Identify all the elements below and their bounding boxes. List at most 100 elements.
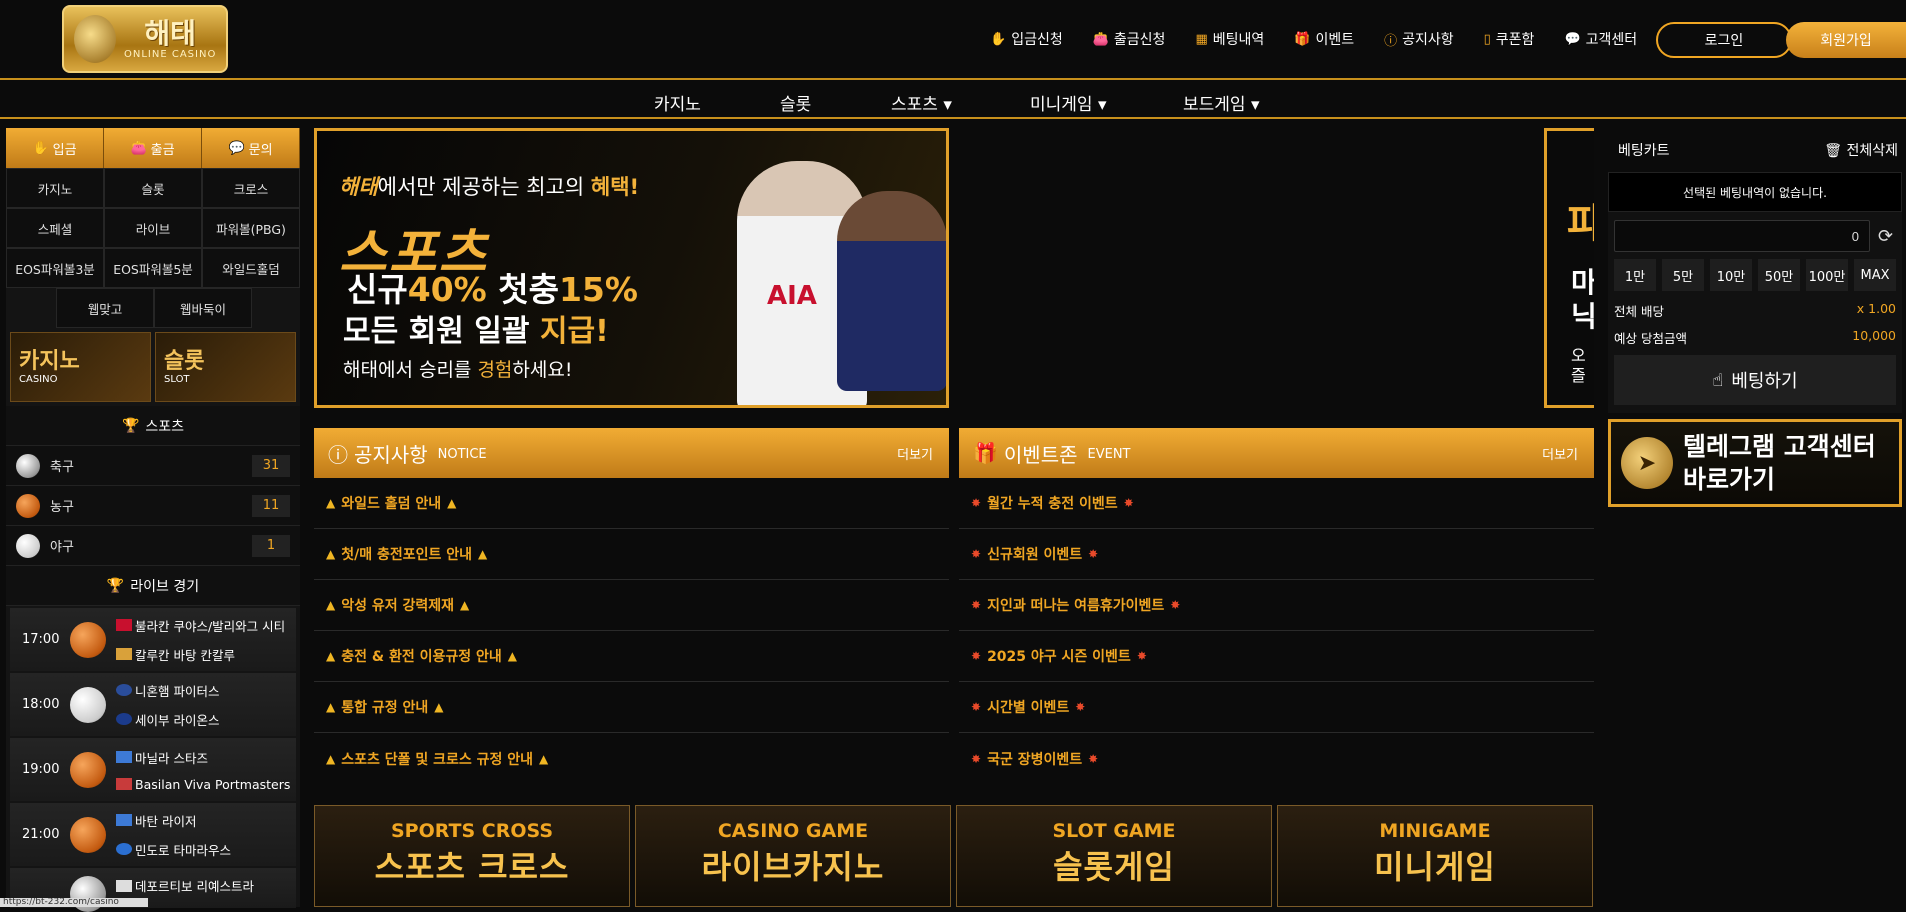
game-menu-item[interactable]: 크로스 — [202, 168, 300, 208]
warning-icon: ▲ — [539, 751, 549, 766]
quick-inquiry-button[interactable]: 💬 문의 — [202, 128, 300, 168]
brand-text: 해태 — [339, 175, 378, 199]
away-team: 칼루칸 바탕 칸칼루 — [135, 647, 235, 663]
event-more-link[interactable]: 더보기 — [1542, 444, 1578, 463]
notice-item[interactable]: ▲ 와일드 홀덤 안내 ▲ — [314, 478, 949, 529]
coupon-icon: ▯ — [1483, 31, 1491, 47]
login-button[interactable]: 로그인 — [1656, 22, 1792, 58]
mainnav-slot[interactable]: 슬롯 — [780, 90, 811, 115]
notice-item[interactable]: ▲ 첫/매 충전포인트 안내 ▲ — [314, 529, 949, 580]
basketball-icon — [70, 751, 106, 788]
event-item[interactable]: ✸ 시간별 이벤트 ✸ — [959, 682, 1594, 733]
event-item[interactable]: ✸ 월간 누적 충전 이벤트 ✸ — [959, 478, 1594, 529]
slot-game-card[interactable]: SLOT GAME 슬롯게임 — [956, 805, 1272, 907]
site-logo[interactable]: 해태 ONLINE CASINO — [62, 5, 228, 73]
board-subtitle: NOTICE — [437, 447, 487, 462]
sports-cross-card[interactable]: SPORTS CROSS 스포츠 크로스 — [314, 805, 630, 907]
notice-title: 첫/매 충전포인트 안내 — [341, 547, 473, 563]
live-match-row[interactable]: 18:00 니혼햄 파이터스 세이부 라이온스 — [10, 673, 296, 736]
notice-item[interactable]: ▲ 통합 규정 안내 ▲ — [314, 682, 949, 733]
warning-icon: ▲ — [507, 649, 517, 663]
notice-item[interactable]: ▲ 충전 & 환전 이용규정 안내 ▲ — [314, 631, 949, 682]
board-title: 이벤트존 — [1003, 442, 1078, 467]
topnav-history[interactable]: ▦ 베팅내역 — [1195, 29, 1264, 49]
spark-icon: ✸ — [971, 496, 982, 510]
game-menu-item[interactable]: 와일드홀덤 — [202, 248, 300, 288]
game-menu-item[interactable]: 슬롯 — [104, 168, 202, 208]
casino-game-card[interactable]: CASINO GAME 라이브카지노 — [635, 805, 951, 907]
topnav-support[interactable]: 💬 고객센터 — [1564, 29, 1637, 49]
game-menu-item[interactable]: 카지노 — [6, 168, 104, 208]
event-title: 지인과 떠나는 여름휴가이벤트 — [987, 598, 1165, 614]
chip-button[interactable]: 1만 — [1614, 259, 1656, 291]
sport-name: 야구 — [50, 540, 74, 555]
place-bet-button[interactable]: ☝ 베팅하기 — [1614, 355, 1896, 405]
chip-button[interactable]: 10만 — [1710, 259, 1752, 291]
topnav-deposit[interactable]: ✋ 입금신청 — [990, 29, 1063, 49]
sport-row-soccer[interactable]: 축구 31 — [6, 446, 300, 486]
mainnav-sports[interactable]: 스포츠 ▾ — [891, 90, 952, 115]
topnav-withdraw[interactable]: 👛 출금신청 — [1093, 29, 1166, 49]
join-button[interactable]: 회원가입 — [1786, 22, 1906, 58]
game-menu-item[interactable]: 웹맞고 — [56, 288, 154, 328]
spark-icon: ✸ — [1088, 751, 1099, 766]
sport-row-basketball[interactable]: 농구 11 — [6, 486, 300, 526]
notice-more-link[interactable]: 더보기 — [897, 444, 933, 463]
clear-all-button[interactable]: 🗑 전체삭제 — [1824, 140, 1898, 160]
mainnav-casino[interactable]: 카지노 — [654, 90, 701, 115]
notice-icon: ⓘ — [328, 442, 348, 467]
away-team: Basilan Viva Portmasters — [135, 776, 291, 792]
left-sidebar: ✋ 입금 👛 출금 💬 문의 카지노 슬롯 크로스 스페셜 라이브 파워볼(PBG) … — [6, 128, 300, 912]
notice-item[interactable]: ▲ 악성 유저 강력제재 ▲ — [314, 580, 949, 631]
team-logo-icon — [116, 713, 132, 725]
quick-withdraw-button[interactable]: 👛 출금 — [104, 128, 202, 168]
game-menu-item[interactable]: 스페셜 — [6, 208, 104, 248]
chip-button[interactable]: 50만 — [1758, 259, 1800, 291]
team-logo-icon — [116, 879, 132, 892]
event-item[interactable]: ✸ 지인과 떠나는 여름휴가이벤트 ✸ — [959, 580, 1594, 631]
game-menu-item[interactable]: 라이브 — [104, 208, 202, 248]
secondary-banner[interactable]: 파 마 닉 오 즐 — [1544, 128, 1594, 408]
spark-icon: ✸ — [1136, 649, 1147, 663]
sport-count: 31 — [252, 454, 290, 477]
casino-promo-card[interactable]: 카지노 CASINO — [10, 332, 151, 402]
promo-title: 슬롯 — [164, 348, 205, 374]
quick-label: 출금 — [150, 142, 175, 158]
game-menu-item[interactable]: EOS파워볼5분 — [104, 248, 202, 288]
bet-amount-input[interactable] — [1614, 220, 1870, 252]
event-item[interactable]: ✸ 2025 야구 시즌 이벤트 ✸ — [959, 631, 1594, 682]
live-match-row[interactable]: 19:00 마닐라 스타즈 Basilan Viva Portmasters — [10, 738, 296, 801]
spark-icon: ✸ — [971, 700, 982, 714]
sport-row-baseball[interactable]: 야구 1 — [6, 526, 300, 566]
live-match-row[interactable]: 21:00 바탄 라이저 민도로 타마라우스 — [10, 803, 296, 866]
chip-max-button[interactable]: MAX — [1854, 259, 1896, 291]
game-menu-item[interactable]: EOS파워볼3분 — [6, 248, 104, 288]
topnav-notice[interactable]: ⓘ 공지사항 — [1384, 29, 1454, 49]
chip-button[interactable]: 100만 — [1806, 259, 1848, 291]
topnav-event[interactable]: 🎁 이벤트 — [1294, 29, 1354, 49]
telegram-support-banner[interactable]: ➤ 텔레그램 고객센터 바로가기 — [1608, 419, 1902, 507]
topnav-coupon[interactable]: ▯ 쿠폰함 — [1484, 29, 1535, 49]
cart-title: 베팅카트 — [1618, 143, 1670, 159]
mainnav-boardgame[interactable]: 보드게임 ▾ — [1183, 90, 1260, 115]
live-match-row[interactable]: 17:00 불라칸 쿠야스/발리와그 시티 칼루칸 바탕 칸칼루 — [10, 608, 296, 671]
minigame-card[interactable]: MINIGAME 미니게임 — [1277, 805, 1593, 907]
game-menu-item[interactable]: 웹바둑이 — [154, 288, 252, 328]
notice-item[interactable]: ▲ 스포츠 단폴 및 크로스 규정 안내 ▲ — [314, 733, 949, 784]
mainnav-minigame[interactable]: 미니게임 ▾ — [1030, 90, 1107, 115]
event-item[interactable]: ✸ 국군 장병이벤트 ✸ — [959, 733, 1594, 784]
quick-deposit-button[interactable]: ✋ 입금 — [6, 128, 104, 168]
spark-icon: ✸ — [1088, 547, 1099, 561]
refresh-icon[interactable]: ⟳ — [1878, 226, 1893, 247]
site-header: 해태 ONLINE CASINO ✋ 입금신청 👛 출금신청 ▦ 베팅내역 🎁 이벤트 … — [0, 0, 1906, 80]
game-menu-item[interactable]: 파워볼(PBG) — [202, 208, 300, 248]
event-item[interactable]: ✸ 신규회원 이벤트 ✸ — [959, 529, 1594, 580]
sports-promo-banner[interactable]: AIA 해태에서만 제공하는 최고의 혜택! 스포츠 신규40% 첫충15% 모… — [314, 128, 949, 408]
tagline-text: 하세요! — [512, 359, 573, 381]
chip-button[interactable]: 5만 — [1662, 259, 1704, 291]
team-logo-icon — [116, 814, 132, 826]
offer-accent: 지급! — [539, 314, 609, 349]
telegram-line2: 바로가기 — [1683, 465, 1776, 494]
slot-promo-card[interactable]: 슬롯 SLOT — [155, 332, 296, 402]
warning-icon: ▲ — [478, 547, 488, 561]
